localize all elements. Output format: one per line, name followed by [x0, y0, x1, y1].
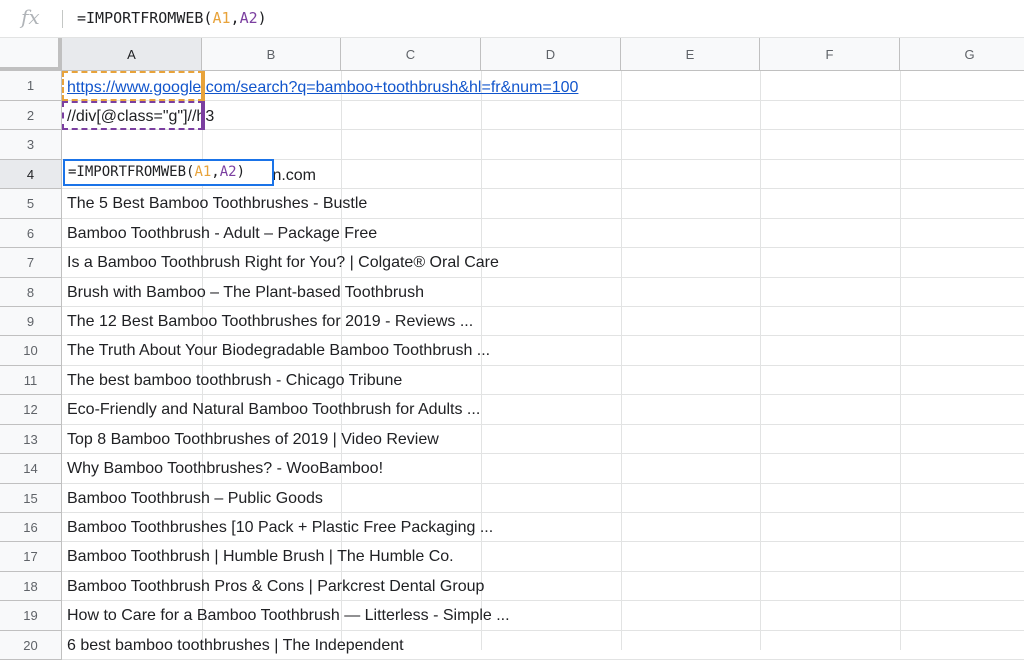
row-gridline [62, 483, 1024, 484]
cell-a2[interactable]: //div[@class="g"]//h3 [67, 105, 214, 128]
spreadsheet-grid[interactable]: A B C D E F G 1 2 3 4 5 6 7 8 9 10 11 12 13 14 15 16 17 1… [0, 38, 1024, 660]
row-gridline [62, 453, 1024, 454]
cell-a15[interactable]: Bamboo Toothbrush – Public Goods [67, 487, 323, 510]
row-header-20[interactable]: 20 [0, 631, 62, 660]
formula-comma: , [230, 9, 240, 27]
column-gridline [760, 71, 761, 650]
row-gridline [62, 306, 1024, 307]
cell-a13[interactable]: Top 8 Bamboo Toothbrushes of 2019 | Vide… [67, 428, 439, 451]
formula-input[interactable]: =IMPORTFROMWEB(A1,A2) [77, 9, 267, 27]
column-header-g[interactable]: G [900, 38, 1024, 71]
row-header-3[interactable]: 3 [0, 130, 62, 160]
row-header-5[interactable]: 5 [0, 189, 62, 219]
row-header-18[interactable]: 18 [0, 572, 62, 601]
row-gridline [62, 541, 1024, 542]
column-gridline [621, 71, 622, 650]
row-gridline [62, 630, 1024, 631]
row-gridline [62, 600, 1024, 601]
row-header-13[interactable]: 13 [0, 425, 62, 454]
row-gridline [62, 571, 1024, 572]
cell-a14[interactable]: Why Bamboo Toothbrushes? - WooBamboo! [67, 457, 383, 480]
editor-ref-a1: A1 [194, 164, 212, 180]
cell-a6[interactable]: Bamboo Toothbrush - Adult – Package Free [67, 222, 377, 245]
formula-bar-divider [62, 10, 63, 28]
row-header-15[interactable]: 15 [0, 484, 62, 513]
row-gridline [62, 218, 1024, 219]
row-header-17[interactable]: 17 [0, 542, 62, 572]
column-header-d[interactable]: D [481, 38, 621, 71]
row-gridline [62, 100, 1024, 101]
row-header-16[interactable]: 16 [0, 513, 62, 542]
select-all-corner[interactable] [0, 38, 62, 71]
editor-ref-a2: A2 [219, 164, 237, 180]
formula-function: =IMPORTFROMWEB( [77, 9, 213, 27]
row-gridline [62, 424, 1024, 425]
cell-a7[interactable]: Is a Bamboo Toothbrush Right for You? | … [67, 251, 499, 274]
row-header-1[interactable]: 1 [0, 71, 62, 101]
row-header-10[interactable]: 10 [0, 336, 62, 366]
formula-ref-a1: A1 [212, 9, 231, 27]
row-header-4[interactable]: 4 [0, 160, 62, 189]
row-header-12[interactable]: 12 [0, 395, 62, 425]
row-gridline [62, 365, 1024, 366]
column-header-b[interactable]: B [202, 38, 341, 71]
cell-a20[interactable]: 6 best bamboo toothbrushes | The Indepen… [67, 634, 404, 657]
cell-a18[interactable]: Bamboo Toothbrush Pros & Cons | Parkcres… [67, 575, 484, 598]
row-gridline [62, 394, 1024, 395]
cell-a12[interactable]: Eco-Friendly and Natural Bamboo Toothbru… [67, 398, 480, 421]
row-header-9[interactable]: 9 [0, 307, 62, 336]
row-gridline [62, 277, 1024, 278]
active-cell-editor[interactable]: =IMPORTFROMWEB(A1,A2) [63, 159, 274, 186]
fx-icon: fx [21, 5, 40, 29]
column-header-f[interactable]: F [760, 38, 900, 71]
row-header-6[interactable]: 6 [0, 219, 62, 248]
row-gridline [62, 129, 1024, 130]
row-gridline [62, 335, 1024, 336]
cell-a16[interactable]: Bamboo Toothbrushes [10 Pack + Plastic F… [67, 516, 493, 539]
formula-ref-a2: A2 [239, 9, 258, 27]
cell-a19[interactable]: How to Care for a Bamboo Toothbrush — Li… [67, 604, 510, 627]
editor-close-paren: ) [236, 164, 246, 180]
row-header-8[interactable]: 8 [0, 278, 62, 307]
row-header-14[interactable]: 14 [0, 454, 62, 484]
row-gridline [62, 188, 1024, 189]
row-header-11[interactable]: 11 [0, 366, 62, 395]
cell-a11[interactable]: The best bamboo toothbrush - Chicago Tri… [67, 369, 402, 392]
column-gridline [900, 71, 901, 650]
editor-comma: , [211, 164, 220, 180]
editor-function: =IMPORTFROMWEB( [68, 164, 195, 180]
row-header-7[interactable]: 7 [0, 248, 62, 278]
column-header-a[interactable]: A [62, 38, 202, 71]
cell-a17[interactable]: Bamboo Toothbrush | Humble Brush | The H… [67, 545, 454, 568]
cell-a10[interactable]: The Truth About Your Biodegradable Bambo… [67, 339, 490, 362]
row-header-19[interactable]: 19 [0, 601, 62, 631]
column-header-e[interactable]: E [621, 38, 760, 71]
column-header-c[interactable]: C [341, 38, 481, 71]
cell-a9[interactable]: The 12 Best Bamboo Toothbrushes for 2019… [67, 310, 473, 333]
cell-a5[interactable]: The 5 Best Bamboo Toothbrushes - Bustle [67, 192, 367, 215]
formula-close-paren: ) [257, 9, 267, 27]
cell-a8[interactable]: Brush with Bamboo – The Plant-based Toot… [67, 281, 424, 304]
row-gridline [62, 512, 1024, 513]
row-header-2[interactable]: 2 [0, 101, 62, 130]
row-gridline [62, 247, 1024, 248]
formula-bar: fx =IMPORTFROMWEB(A1,A2) [0, 0, 1024, 38]
cell-a1[interactable]: https://www.google.com/search?q=bamboo+t… [67, 76, 578, 99]
